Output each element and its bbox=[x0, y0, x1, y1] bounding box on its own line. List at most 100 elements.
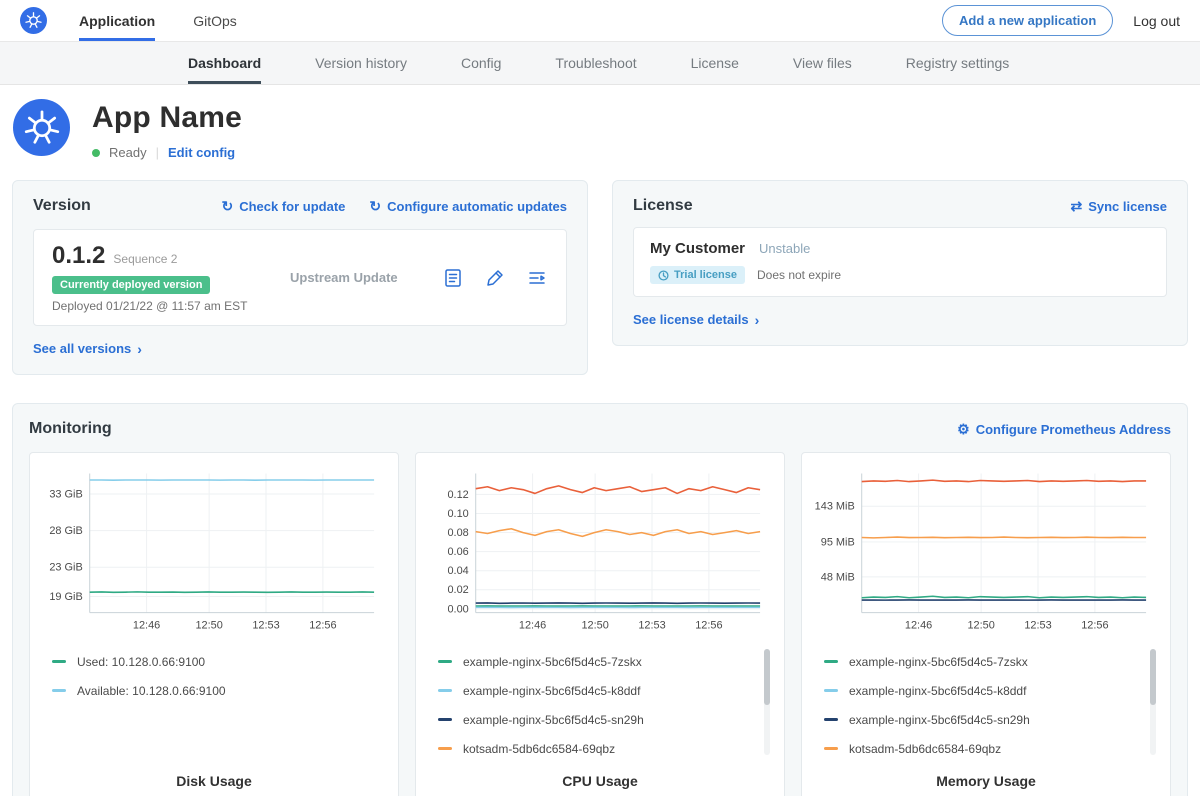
legend-label: Available: 10.128.0.66:9100 bbox=[77, 684, 226, 698]
legend-item[interactable]: Available: 10.128.0.66:9100 bbox=[52, 676, 370, 705]
svg-text:23 GiB: 23 GiB bbox=[49, 562, 82, 574]
svg-text:12:56: 12:56 bbox=[1081, 620, 1108, 632]
legend-swatch bbox=[824, 660, 838, 663]
legend-swatch bbox=[52, 660, 66, 663]
svg-text:0.04: 0.04 bbox=[447, 565, 468, 577]
customer-name: My Customer bbox=[650, 240, 745, 257]
refresh-icon: ↻ bbox=[221, 198, 233, 215]
tab-troubleshoot[interactable]: Troubleshoot bbox=[555, 42, 636, 84]
legend-item[interactable]: example-nginx-5bc6f5d4c5-k8ddf bbox=[438, 676, 756, 705]
svg-text:12:46: 12:46 bbox=[519, 620, 546, 632]
deployed-timestamp: Deployed 01/21/22 @ 11:57 am EST bbox=[52, 299, 262, 313]
edit-config-icon[interactable] bbox=[484, 267, 506, 289]
release-notes-icon[interactable] bbox=[442, 267, 464, 289]
chart-title: Disk Usage bbox=[40, 765, 388, 789]
svg-text:12:53: 12:53 bbox=[638, 620, 665, 632]
tab-license[interactable]: License bbox=[691, 42, 739, 84]
configure-prometheus-link[interactable]: ⚙ Configure Prometheus Address bbox=[957, 421, 1171, 438]
legend-scrollbar-thumb[interactable] bbox=[764, 649, 770, 705]
monitoring-title: Monitoring bbox=[29, 420, 112, 438]
license-card: License ⇄ Sync license My Customer Unsta… bbox=[612, 180, 1188, 346]
configure-automatic-updates-link[interactable]: ↻ Configure automatic updates bbox=[369, 198, 567, 215]
legend-label: example-nginx-5bc6f5d4c5-sn29h bbox=[849, 713, 1030, 727]
svg-text:0.12: 0.12 bbox=[447, 489, 468, 501]
svg-text:0.10: 0.10 bbox=[447, 508, 468, 520]
memory-usage-chart[interactable]: 48 MiB95 MiB143 MiB12:4612:5012:5312:56 bbox=[812, 467, 1160, 637]
app-header: App Name Ready | Edit config bbox=[0, 85, 1200, 178]
legend-item[interactable]: example-nginx-5bc6f5d4c5-7zskx bbox=[824, 647, 1142, 676]
license-details-box: My Customer Unstable Trial license Does … bbox=[633, 227, 1167, 297]
auto-update-icon: ↻ bbox=[369, 198, 381, 215]
svg-text:0.08: 0.08 bbox=[447, 527, 468, 539]
kubernetes-logo-icon bbox=[20, 7, 47, 34]
legend-item[interactable]: example-nginx-5bc6f5d4c5-sn29h bbox=[438, 705, 756, 734]
disk-usage-panel: 19 GiB23 GiB28 GiB33 GiB12:4612:5012:531… bbox=[29, 452, 399, 796]
edit-config-link[interactable]: Edit config bbox=[168, 145, 235, 160]
legend-item[interactable]: Used: 10.128.0.66:9100 bbox=[52, 647, 370, 676]
svg-text:28 GiB: 28 GiB bbox=[49, 525, 82, 537]
sync-license-link[interactable]: ⇄ Sync license bbox=[1070, 198, 1167, 215]
see-license-details-link[interactable]: See license details › bbox=[633, 312, 759, 328]
sync-icon: ⇄ bbox=[1070, 198, 1082, 215]
brand-logo[interactable] bbox=[20, 0, 47, 41]
legend-swatch bbox=[824, 718, 838, 721]
disk-usage-chart[interactable]: 19 GiB23 GiB28 GiB33 GiB12:4612:5012:531… bbox=[40, 467, 388, 637]
status-text: Ready bbox=[109, 145, 147, 160]
svg-text:12:56: 12:56 bbox=[309, 620, 336, 632]
legend-swatch bbox=[438, 718, 452, 721]
trial-license-badge: Trial license bbox=[650, 266, 745, 284]
top-navbar: Application GitOps Add a new application… bbox=[0, 0, 1200, 42]
app-subnav: Dashboard Version history Config Trouble… bbox=[0, 42, 1200, 85]
tab-dashboard[interactable]: Dashboard bbox=[188, 42, 261, 84]
legend-scrollbar[interactable] bbox=[764, 649, 770, 755]
app-logo-icon bbox=[13, 99, 70, 156]
monitoring-card: Monitoring ⚙ Configure Prometheus Addres… bbox=[12, 403, 1188, 796]
topnav-tab-application[interactable]: Application bbox=[79, 0, 155, 41]
legend-item[interactable]: kotsadm-5db6dc6584-69qbz bbox=[438, 734, 756, 763]
svg-text:143 MiB: 143 MiB bbox=[815, 501, 855, 513]
cpu-usage-chart[interactable]: 0.000.020.040.060.080.100.1212:4612:5012… bbox=[426, 467, 774, 637]
chart-title: CPU Usage bbox=[426, 765, 774, 789]
chart-legend: example-nginx-5bc6f5d4c5-7zskxexample-ng… bbox=[824, 647, 1156, 765]
tab-config[interactable]: Config bbox=[461, 42, 501, 84]
svg-text:12:53: 12:53 bbox=[1024, 620, 1051, 632]
svg-text:33 GiB: 33 GiB bbox=[49, 488, 82, 500]
svg-text:12:53: 12:53 bbox=[252, 620, 279, 632]
svg-text:12:56: 12:56 bbox=[695, 620, 722, 632]
legend-item[interactable]: example-nginx-5bc6f5d4c5-7zskx bbox=[438, 647, 756, 676]
legend-swatch bbox=[824, 747, 838, 750]
legend-item[interactable]: example-nginx-5bc6f5d4c5-k8ddf bbox=[824, 676, 1142, 705]
see-all-versions-link[interactable]: See all versions › bbox=[33, 341, 142, 357]
tab-version-history[interactable]: Version history bbox=[315, 42, 407, 84]
logout-link[interactable]: Log out bbox=[1133, 13, 1180, 29]
upstream-update-label: Upstream Update bbox=[290, 270, 398, 285]
tab-registry-settings[interactable]: Registry settings bbox=[906, 42, 1009, 84]
topnav-tab-gitops[interactable]: GitOps bbox=[193, 0, 237, 41]
legend-scrollbar-thumb[interactable] bbox=[1150, 649, 1156, 705]
legend-item[interactable]: example-nginx-5bc6f5d4c5-sn29h bbox=[824, 705, 1142, 734]
svg-text:48 MiB: 48 MiB bbox=[821, 571, 855, 583]
check-for-update-link[interactable]: ↻ Check for update bbox=[221, 198, 345, 215]
divider: | bbox=[156, 145, 159, 160]
tab-view-files[interactable]: View files bbox=[793, 42, 852, 84]
svg-text:95 MiB: 95 MiB bbox=[821, 536, 855, 548]
version-card: Version ↻ Check for update ↻ Configure a… bbox=[12, 180, 588, 375]
topnav-tabs: Application GitOps bbox=[79, 0, 237, 41]
svg-text:12:46: 12:46 bbox=[905, 620, 932, 632]
legend-swatch bbox=[438, 747, 452, 750]
memory-usage-panel: 48 MiB95 MiB143 MiB12:4612:5012:5312:56 … bbox=[801, 452, 1171, 796]
deployed-badge: Currently deployed version bbox=[52, 276, 210, 294]
add-application-button[interactable]: Add a new application bbox=[942, 5, 1113, 36]
cpu-usage-panel: 0.000.020.040.060.080.100.1212:4612:5012… bbox=[415, 452, 785, 796]
legend-swatch bbox=[824, 689, 838, 692]
channel-label: Unstable bbox=[759, 241, 810, 256]
chart-legend: Used: 10.128.0.66:9100 Available: 10.128.… bbox=[52, 647, 384, 765]
deploy-logs-icon[interactable] bbox=[526, 267, 548, 289]
legend-scrollbar[interactable] bbox=[1150, 649, 1156, 755]
svg-text:19 GiB: 19 GiB bbox=[49, 591, 82, 603]
legend-swatch bbox=[438, 660, 452, 663]
svg-text:12:50: 12:50 bbox=[581, 620, 608, 632]
license-expiry: Does not expire bbox=[757, 268, 841, 282]
legend-item[interactable]: kotsadm-5db6dc6584-69qbz bbox=[824, 734, 1142, 763]
legend-label: kotsadm-5db6dc6584-69qbz bbox=[463, 742, 615, 756]
